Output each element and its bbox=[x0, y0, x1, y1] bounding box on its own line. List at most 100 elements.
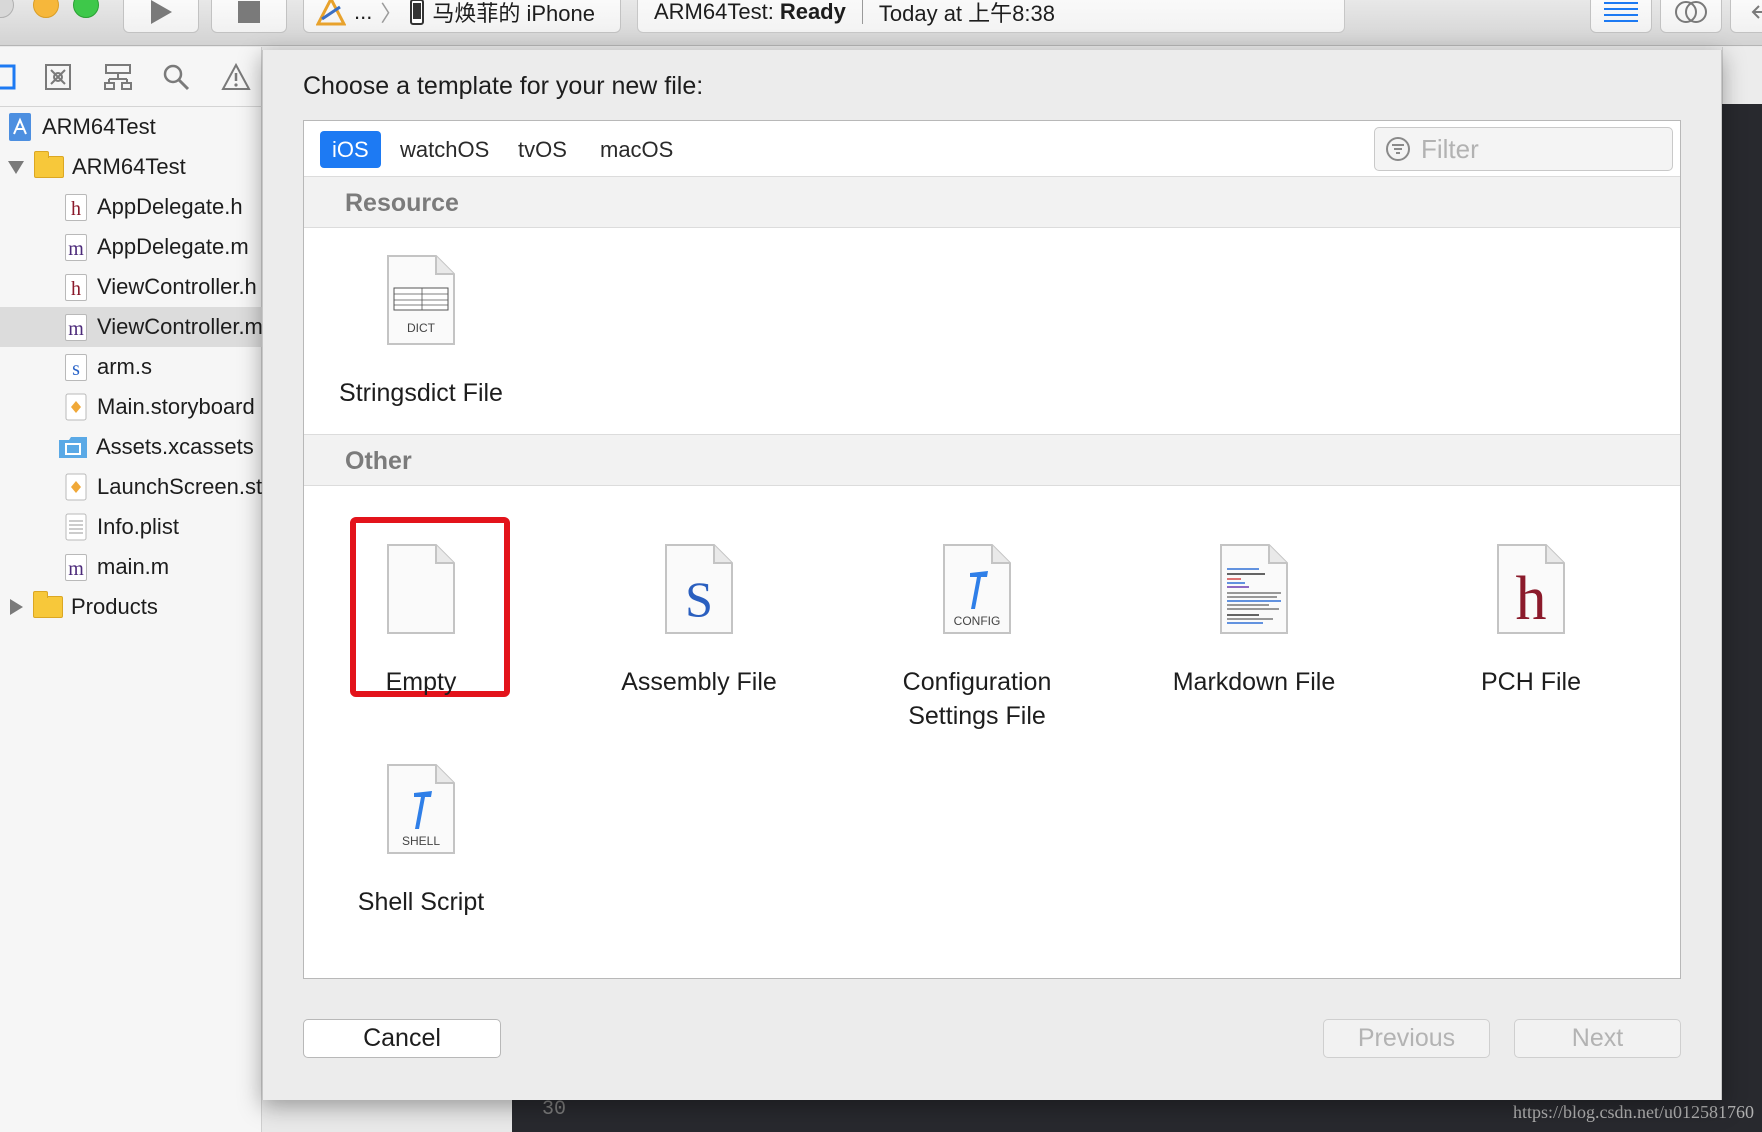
tree-item-project[interactable]: ARM64Test bbox=[0, 107, 262, 147]
tree-item-file[interactable]: m main.m bbox=[0, 547, 262, 587]
tree-item-label: ViewController.m bbox=[97, 314, 262, 339]
storyboard-file-icon bbox=[65, 393, 87, 421]
window-toolbar: ... 〉 马焕菲的 iPhone ARM64Test: Ready Today… bbox=[0, 0, 1762, 46]
tree-item-group[interactable]: Products bbox=[0, 587, 262, 627]
next-button[interactable]: Next bbox=[1514, 1019, 1681, 1058]
tree-item-file[interactable]: LaunchScreen.storyboard bbox=[0, 467, 262, 507]
asset-catalog-icon bbox=[58, 435, 88, 459]
status-state: Ready bbox=[779, 0, 846, 24]
tree-item-label: Products bbox=[71, 594, 158, 619]
tab-tvos[interactable]: tvOS bbox=[506, 131, 579, 168]
disclosure-open-icon[interactable] bbox=[8, 160, 24, 174]
tree-item-label: Assets.xcassets bbox=[96, 434, 254, 459]
assembly-file-icon: s bbox=[65, 353, 87, 381]
disclosure-closed-icon[interactable] bbox=[10, 599, 23, 615]
template-badge: CONFIG bbox=[954, 614, 1001, 628]
device-name: 马焕菲的 iPhone bbox=[432, 0, 595, 26]
nav-tab-project[interactable] bbox=[0, 61, 20, 93]
assembly-file-icon: S bbox=[664, 543, 734, 635]
tree-item-group[interactable]: ARM64Test bbox=[0, 147, 262, 187]
template-label: PCH File bbox=[1480, 668, 1581, 696]
close-window-button[interactable] bbox=[0, 0, 14, 18]
plist-file-icon bbox=[65, 513, 87, 541]
navigator-tab-bar bbox=[0, 47, 262, 107]
version-editor-button[interactable] bbox=[1730, 0, 1762, 33]
xcode-app-icon bbox=[316, 0, 346, 25]
template-label: Configuration Settings File bbox=[857, 665, 1097, 733]
line-number: 30 bbox=[542, 1098, 567, 1121]
minimize-window-button[interactable] bbox=[33, 0, 59, 18]
tree-item-label: ViewController.h bbox=[97, 274, 257, 299]
status-time: Today at 上午8:38 bbox=[878, 0, 1055, 26]
template-label: Stringsdict File bbox=[339, 379, 503, 407]
template-shell-script[interactable]: SHELL Shell Script bbox=[304, 763, 541, 919]
source-editor bbox=[1722, 104, 1762, 1132]
nav-tab-symbol[interactable] bbox=[102, 61, 134, 93]
template-badge: DICT bbox=[407, 321, 436, 335]
scheme-separator: 〉 bbox=[380, 0, 403, 26]
config-file-icon: CONFIG bbox=[942, 543, 1012, 635]
sheet-title: Choose a template for your new file: bbox=[303, 72, 704, 100]
symbol-navigator-icon bbox=[104, 64, 132, 90]
pch-file-icon: h bbox=[1496, 543, 1566, 635]
cancel-button[interactable]: Cancel bbox=[303, 1019, 501, 1058]
tree-item-label: Info.plist bbox=[97, 514, 179, 539]
source-control-icon bbox=[45, 64, 71, 90]
folder-icon bbox=[34, 151, 64, 178]
run-button[interactable] bbox=[123, 0, 199, 33]
template-configuration[interactable]: CONFIG Configuration Settings File bbox=[857, 543, 1097, 733]
tree-item-label: Main.storyboard bbox=[97, 394, 255, 419]
filter-icon bbox=[1386, 137, 1410, 161]
zoom-window-button[interactable] bbox=[73, 0, 99, 18]
stop-button[interactable] bbox=[211, 0, 287, 33]
xcode-project-icon bbox=[9, 113, 31, 141]
tree-item-file[interactable]: s arm.s bbox=[0, 347, 262, 387]
storyboard-file-icon bbox=[65, 473, 87, 501]
tab-macos[interactable]: macOS bbox=[588, 131, 685, 168]
filter-input[interactable] bbox=[1421, 133, 1651, 165]
template-pch[interactable]: h PCH File bbox=[1411, 543, 1651, 699]
standard-editor-button[interactable] bbox=[1590, 0, 1652, 33]
template-label: Assembly File bbox=[621, 668, 777, 696]
find-icon bbox=[163, 64, 190, 91]
template-label: Shell Script bbox=[357, 888, 485, 916]
previous-button[interactable]: Previous bbox=[1323, 1019, 1490, 1058]
assistant-editor-icon bbox=[1675, 0, 1707, 23]
nav-tab-issues[interactable] bbox=[220, 61, 252, 93]
tree-item-file[interactable]: h AppDelegate.h bbox=[0, 187, 262, 227]
tree-item-file[interactable]: Main.storyboard bbox=[0, 387, 262, 427]
template-badge: h bbox=[1516, 565, 1547, 633]
template-stringsdict[interactable]: DICT Stringsdict File bbox=[304, 254, 541, 410]
template-assembly[interactable]: S Assembly File bbox=[579, 543, 819, 699]
nav-tab-find[interactable] bbox=[160, 61, 192, 93]
tree-item-label: arm.s bbox=[97, 354, 152, 379]
implementation-file-icon: m bbox=[65, 233, 87, 261]
new-file-sheet: Choose a template for your new file: iOS… bbox=[262, 50, 1722, 1100]
tab-ios[interactable]: iOS bbox=[320, 131, 381, 168]
tree-item-file[interactable]: Info.plist bbox=[0, 507, 262, 547]
tree-item-file[interactable]: m AppDelegate.m bbox=[0, 227, 262, 267]
tree-item-file-selected[interactable]: m ViewController.m bbox=[0, 307, 262, 347]
project-navigator: ARM64Test ARM64Test h AppDelegate.h m Ap… bbox=[0, 47, 262, 1132]
template-empty[interactable]: Empty bbox=[304, 543, 541, 699]
nav-tab-source-control[interactable] bbox=[42, 61, 74, 93]
iphone-icon bbox=[410, 0, 425, 25]
template-label: Empty bbox=[385, 668, 457, 696]
scheme-selector[interactable]: ... 〉 马焕菲的 iPhone bbox=[303, 0, 621, 33]
filter-field[interactable] bbox=[1374, 127, 1673, 171]
tab-watchos[interactable]: watchOS bbox=[388, 131, 501, 168]
status-divider bbox=[861, 0, 863, 24]
folder-icon bbox=[33, 591, 63, 618]
template-markdown[interactable]: Markdown File bbox=[1134, 543, 1374, 699]
markdown-file-icon bbox=[1219, 543, 1289, 635]
tree-item-label: AppDelegate.h bbox=[97, 194, 243, 219]
assistant-editor-button[interactable] bbox=[1660, 0, 1722, 33]
scheme-ellipsis: ... bbox=[354, 0, 373, 24]
tree-item-file[interactable]: Assets.xcassets bbox=[0, 427, 262, 467]
project-navigator-icon bbox=[0, 64, 16, 90]
shell-script-icon: SHELL bbox=[386, 763, 456, 855]
section-header-resource: Resource bbox=[304, 176, 1680, 228]
status-project: ARM64Test: bbox=[654, 0, 774, 24]
standard-editor-icon bbox=[1604, 1, 1638, 22]
tree-item-file[interactable]: h ViewController.h bbox=[0, 267, 262, 307]
